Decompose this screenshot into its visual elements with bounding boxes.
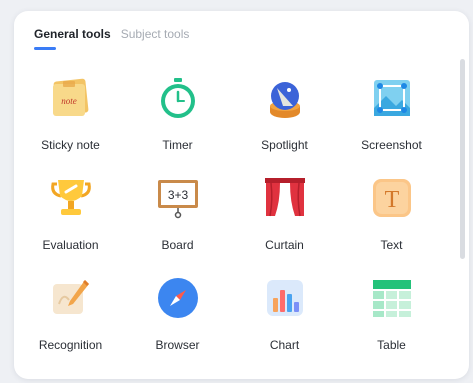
tool-label: Chart — [269, 338, 300, 352]
tab-general-tools[interactable]: General tools — [34, 27, 111, 55]
tool-label: Text — [380, 238, 403, 252]
tool-text[interactable]: T Text — [338, 168, 445, 268]
tool-label: Curtain — [265, 238, 304, 252]
tool-label: Evaluation — [42, 238, 99, 252]
chart-icon — [261, 274, 309, 322]
tool-chart[interactable]: Chart — [231, 268, 338, 368]
tool-label: Timer — [162, 138, 193, 152]
text-icon-letter: T — [384, 187, 399, 213]
board-icon: 3+3 — [154, 174, 202, 222]
board-icon-text: 3+3 — [167, 188, 188, 202]
sticky-note-icon-text: note — [61, 96, 77, 106]
tool-label: Sticky note — [41, 138, 100, 152]
tool-table[interactable]: Table — [338, 268, 445, 368]
tool-screenshot[interactable]: Screenshot — [338, 68, 445, 168]
tools-grid: note Sticky note Timer Spotlight Screens… — [14, 68, 457, 368]
screenshot-icon — [368, 74, 416, 122]
tool-recognition[interactable]: Recognition — [17, 268, 124, 368]
spotlight-icon — [261, 74, 309, 122]
tool-label: Spotlight — [261, 138, 308, 152]
active-tab-indicator — [34, 47, 56, 50]
tool-label: Screenshot — [361, 138, 422, 152]
curtain-icon — [261, 174, 309, 222]
tool-browser[interactable]: Browser — [124, 268, 231, 368]
compass-icon — [154, 274, 202, 322]
timer-icon — [154, 74, 202, 122]
tool-curtain[interactable]: Curtain — [231, 168, 338, 268]
tool-spotlight[interactable]: Spotlight — [231, 68, 338, 168]
tool-label: Table — [377, 338, 406, 352]
scrollbar[interactable] — [460, 59, 465, 259]
tab-subject-tools[interactable]: Subject tools — [121, 27, 190, 55]
table-icon — [368, 274, 416, 322]
tool-label: Board — [161, 238, 194, 252]
sticky-note-icon: note — [47, 74, 95, 122]
tool-sticky-note[interactable]: note Sticky note — [17, 68, 124, 168]
tool-label: Browser — [155, 338, 200, 352]
tool-board[interactable]: 3+3 Board — [124, 168, 231, 268]
text-icon: T — [368, 174, 416, 222]
tab-subject-tools-label: Subject tools — [120, 27, 190, 41]
tool-evaluation[interactable]: Evaluation — [17, 168, 124, 268]
tool-timer[interactable]: Timer — [124, 68, 231, 168]
tool-tabs: General tools Subject tools — [34, 27, 189, 55]
tab-general-tools-label: General tools — [34, 27, 111, 41]
recognition-icon — [47, 274, 95, 322]
tools-panel: General tools Subject tools note Sticky … — [14, 11, 469, 379]
trophy-icon — [47, 174, 95, 222]
tool-label: Recognition — [38, 338, 103, 352]
